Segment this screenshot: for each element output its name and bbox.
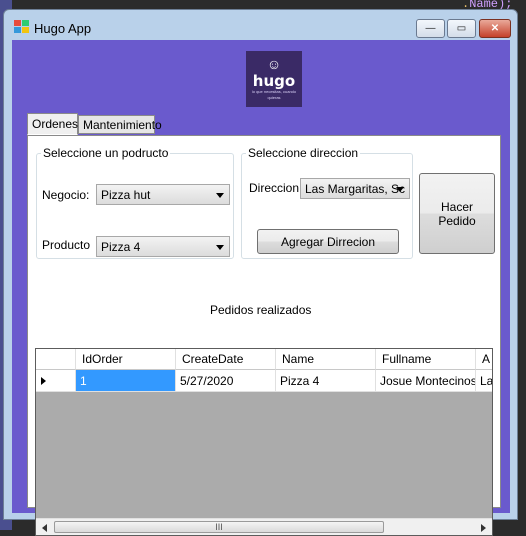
table-cell[interactable]: Josue Montecinos — [376, 370, 476, 392]
negocio-select[interactable]: Pizza hut — [96, 184, 230, 205]
orders-grid[interactable]: IdOrder CreateDate Name Fullname A 1 5/2… — [35, 348, 493, 536]
chevron-down-icon — [216, 245, 224, 250]
orders-caption: Pedidos realizados — [210, 303, 312, 317]
producto-label: Producto — [42, 238, 91, 252]
scroll-right-icon[interactable] — [481, 524, 486, 532]
column-header-idorder[interactable]: IdOrder — [76, 349, 176, 370]
logo-wordmark: hugo — [252, 72, 296, 90]
producto-selected-value: Pizza 4 — [101, 240, 141, 254]
title-bar[interactable]: Hugo App — ▭ ✕ — [4, 10, 517, 40]
column-header-createdate[interactable]: CreateDate — [176, 349, 276, 370]
maximize-button[interactable]: ▭ — [447, 19, 476, 38]
address-group-legend: Seleccione direccion — [248, 146, 359, 160]
window-title: Hugo App — [34, 21, 92, 36]
scroll-thumb[interactable]: III — [54, 521, 384, 533]
hugo-logo: ☺ hugo lo que necesitas, cuando quieras — [246, 51, 302, 107]
row-header-corner — [36, 349, 76, 370]
hugo-mascot-icon: ☺ — [266, 56, 282, 72]
add-address-button[interactable]: Agregar Dirrecion — [257, 229, 399, 254]
tab-ordenes[interactable]: Ordenes — [27, 113, 78, 135]
place-order-button[interactable]: Hacer Pedido — [419, 173, 495, 254]
app-icon — [14, 20, 30, 34]
chevron-down-icon — [396, 187, 404, 192]
close-button[interactable]: ✕ — [479, 19, 511, 38]
tab-mantenimiento[interactable]: Mantenimiento — [78, 115, 162, 134]
product-group-legend: Seleccione un podructo — [43, 146, 169, 160]
current-row-arrow-icon — [41, 377, 46, 385]
logo-tagline: lo que necesitas, cuando quieras — [251, 89, 297, 100]
direccion-label: Direccion: — [249, 181, 303, 195]
column-header-name[interactable]: Name — [276, 349, 376, 370]
table-cell[interactable]: La — [476, 370, 492, 392]
minimize-button[interactable]: — — [416, 19, 445, 38]
direccion-selected-value: Las Margaritas, Sc — [305, 182, 406, 196]
table-cell[interactable]: 1 — [76, 370, 176, 392]
ordenes-panel: Seleccione un podructo Negocio: Pizza hu… — [27, 135, 501, 536]
scroll-left-icon[interactable] — [42, 524, 47, 532]
app-window: Hugo App — ▭ ✕ ☺ hugo lo que necesitas, … — [3, 9, 518, 536]
negocio-selected-value: Pizza hut — [101, 188, 151, 202]
column-header-fullname[interactable]: Fullname — [376, 349, 476, 370]
direccion-select[interactable]: Las Margaritas, Sc — [300, 178, 410, 199]
table-cell[interactable]: 5/27/2020 — [176, 370, 276, 392]
negocio-label: Negocio: — [42, 188, 90, 202]
column-header-a[interactable]: A — [476, 349, 492, 370]
client-area: ☺ hugo lo que necesitas, cuando quieras … — [12, 40, 510, 536]
horizontal-scrollbar[interactable]: III — [36, 518, 492, 535]
chevron-down-icon — [216, 193, 224, 198]
table-cell[interactable]: Pizza 4 — [276, 370, 376, 392]
producto-select[interactable]: Pizza 4 — [96, 236, 230, 257]
